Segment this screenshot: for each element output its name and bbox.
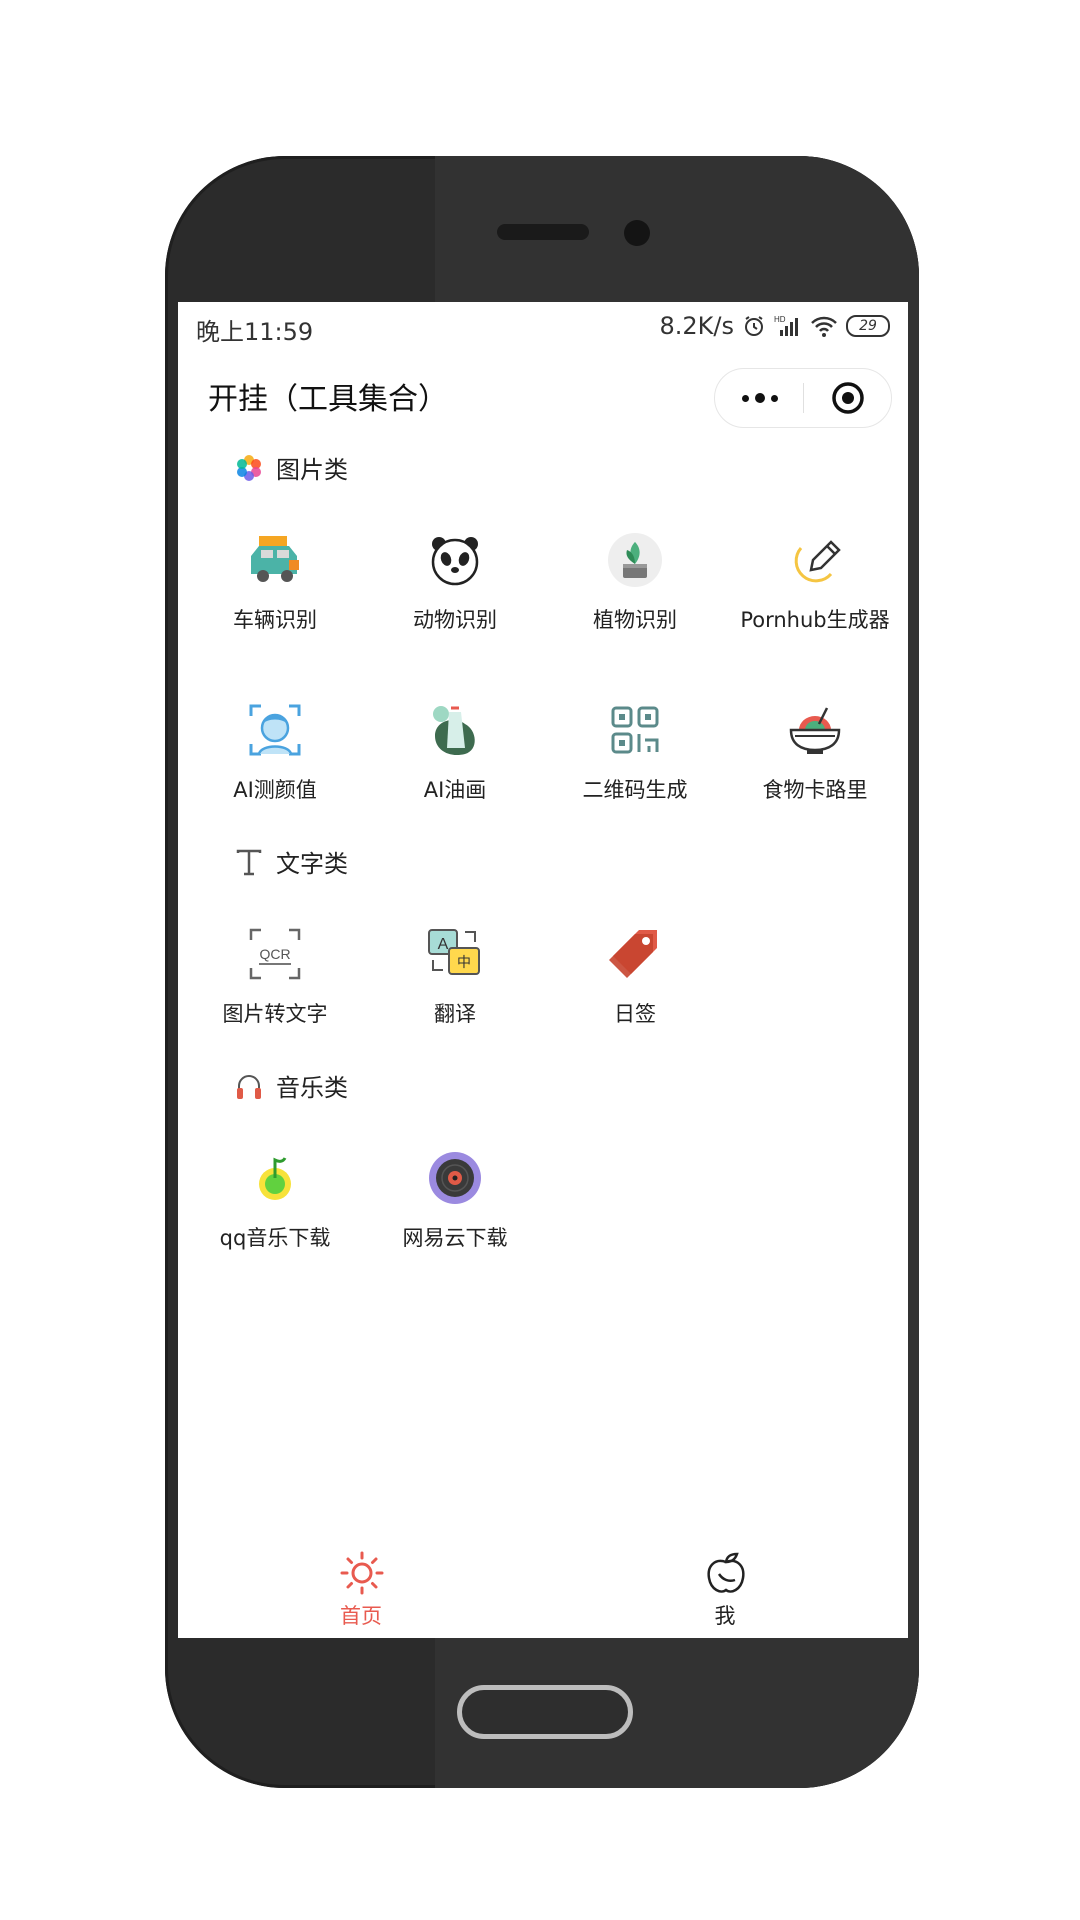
headphones-icon bbox=[237, 1074, 261, 1099]
miniprogram-capsule bbox=[714, 368, 892, 428]
close-button[interactable] bbox=[813, 369, 883, 427]
tool-label: AI测颜值 bbox=[233, 778, 317, 802]
title-bar: 开挂（工具集合） bbox=[178, 362, 908, 428]
tab-me[interactable]: 我 bbox=[625, 1542, 825, 1638]
status-bar: 晚上11:59 8.2K/s HD 29 bbox=[178, 302, 908, 352]
text-icon bbox=[236, 849, 262, 875]
tool-netease-music-download[interactable]: 网易云下载 bbox=[375, 1148, 535, 1288]
tool-label: 图片转文字 bbox=[222, 1002, 328, 1026]
sun-icon bbox=[340, 1551, 384, 1595]
tool-label: 二维码生成 bbox=[582, 778, 688, 802]
tool-plant-recognition[interactable]: 植物识别 bbox=[555, 530, 715, 670]
more-icon bbox=[739, 393, 781, 403]
fruit-icon bbox=[707, 1552, 745, 1593]
tool-label: 车辆识别 bbox=[233, 608, 317, 632]
tool-label: 翻译 bbox=[434, 1002, 476, 1026]
tab-home[interactable]: 首页 bbox=[261, 1542, 461, 1638]
tool-daily-sign[interactable]: 日签 bbox=[555, 924, 715, 1064]
wifi-icon bbox=[811, 316, 837, 337]
plant-icon bbox=[608, 533, 662, 587]
section-label: 音乐类 bbox=[276, 1074, 348, 1102]
car-icon bbox=[251, 536, 299, 582]
tool-food-calories[interactable]: 食物卡路里 bbox=[735, 700, 895, 840]
tab-label: 我 bbox=[714, 1604, 736, 1628]
flower-icon bbox=[237, 454, 261, 481]
tool-label: 食物卡路里 bbox=[762, 778, 868, 802]
more-button[interactable] bbox=[725, 369, 795, 427]
tool-vehicle-recognition[interactable]: 车辆识别 bbox=[195, 530, 355, 670]
status-time: 晚上11:59 bbox=[196, 318, 314, 346]
svg-text:HD: HD bbox=[774, 315, 786, 324]
tool-label: 动物识别 bbox=[413, 608, 497, 632]
ocr-icon: QCR bbox=[249, 928, 301, 980]
battery-indicator: 29 bbox=[846, 315, 890, 337]
tool-translate[interactable]: A 中 翻译 bbox=[375, 924, 535, 1064]
oil-painting-icon bbox=[433, 706, 475, 756]
section-label: 文字类 bbox=[276, 850, 348, 878]
tool-ai-face-score[interactable]: AI测颜值 bbox=[195, 700, 355, 840]
section-header-image: 图片类 bbox=[234, 450, 348, 485]
section-header-music: 音乐类 bbox=[234, 1068, 348, 1103]
home-button[interactable] bbox=[457, 1685, 633, 1739]
phone-screen: 晚上11:59 8.2K/s HD 29 开挂（工具集合） 图片类 车辆识别 动… bbox=[178, 302, 908, 1638]
capsule-divider bbox=[803, 383, 804, 413]
qq-music-icon bbox=[259, 1157, 291, 1200]
network-speed: 8.2K/s bbox=[659, 312, 735, 340]
tab-label: 首页 bbox=[340, 1604, 382, 1628]
tool-qrcode-generator[interactable]: 二维码生成 bbox=[555, 700, 715, 840]
tag-icon bbox=[609, 930, 657, 978]
tool-image-to-text[interactable]: QCR 图片转文字 bbox=[195, 924, 355, 1064]
face-scan-icon bbox=[249, 704, 301, 756]
tool-label: 植物识别 bbox=[593, 608, 677, 632]
tool-ai-oil-painting[interactable]: AI油画 bbox=[375, 700, 535, 840]
alarm-icon bbox=[745, 316, 763, 336]
tool-label: AI油画 bbox=[423, 778, 487, 802]
target-close-icon bbox=[832, 382, 864, 414]
page-title: 开挂（工具集合） bbox=[208, 382, 448, 417]
status-indicators: 8.2K/s HD 29 bbox=[659, 312, 890, 340]
tool-animal-recognition[interactable]: 动物识别 bbox=[375, 530, 535, 670]
speaker-grille bbox=[497, 224, 589, 240]
tool-label: Pornhub生成器 bbox=[740, 608, 890, 632]
svg-text:中: 中 bbox=[457, 955, 471, 971]
signal-icon: HD bbox=[774, 315, 798, 336]
tool-qq-music-download[interactable]: qq音乐下载 bbox=[195, 1148, 355, 1288]
tool-label: 日签 bbox=[614, 1002, 656, 1026]
translate-icon: A 中 bbox=[428, 929, 480, 975]
section-label: 图片类 bbox=[276, 456, 348, 484]
tool-label: 网易云下载 bbox=[402, 1226, 508, 1250]
tool-label: qq音乐下载 bbox=[219, 1226, 331, 1250]
qrcode-icon bbox=[611, 706, 659, 754]
pen-icon bbox=[794, 540, 841, 583]
svg-text:QCR: QCR bbox=[259, 946, 290, 962]
front-camera bbox=[624, 220, 650, 246]
section-header-text: 文字类 bbox=[234, 844, 348, 879]
food-bowl-icon bbox=[789, 707, 841, 754]
tool-pornhub-generator[interactable]: Pornhub生成器 bbox=[735, 530, 895, 670]
netease-music-icon bbox=[429, 1152, 481, 1204]
panda-icon bbox=[431, 537, 479, 586]
tab-bar: 首页 我 bbox=[178, 1542, 908, 1638]
svg-text:A: A bbox=[438, 936, 449, 953]
